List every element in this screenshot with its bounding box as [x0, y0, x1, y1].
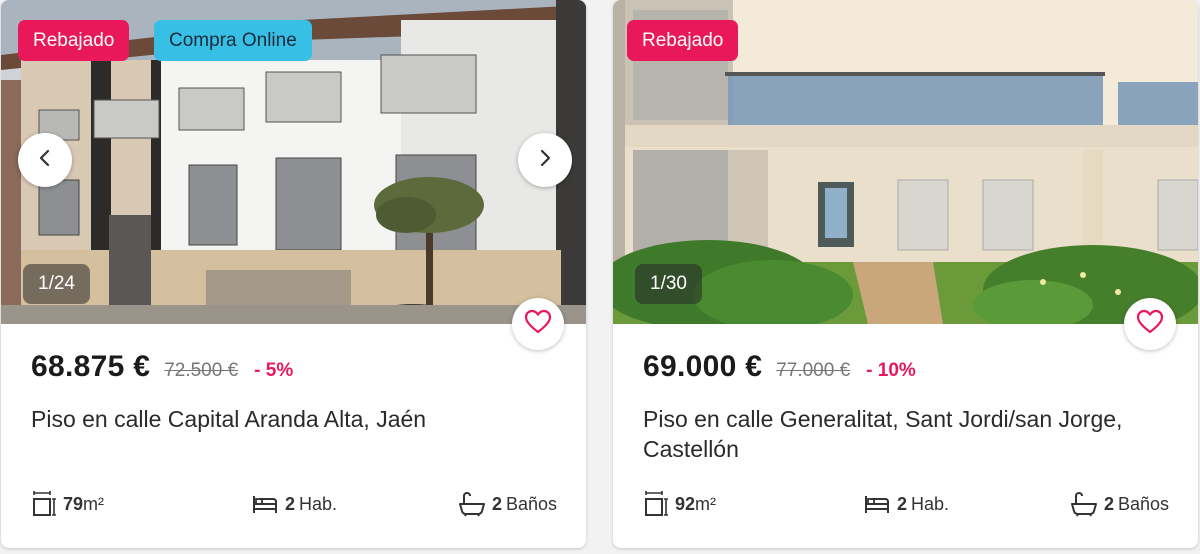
property-photo[interactable]: Rebajado Compra Online 1/24 — [1, 0, 586, 324]
bed-icon — [251, 492, 279, 516]
property-card[interactable]: Rebajado Compra Online 1/24 68.875 € 72.… — [1, 0, 586, 548]
rooms-unit: Hab. — [911, 493, 950, 514]
area-unit: m² — [83, 493, 105, 514]
discount-percent: - 5% — [254, 360, 294, 381]
rooms-feature: 2 Hab. — [863, 488, 949, 520]
old-price: 72.500 € — [164, 360, 239, 381]
bathtub-icon — [458, 491, 486, 517]
baths-value: 2 — [492, 493, 503, 514]
discount-percent: - 10% — [866, 360, 916, 381]
baths-unit: Baños — [506, 493, 558, 514]
area-value: 92 — [675, 493, 696, 514]
old-price: 77.000 € — [776, 360, 851, 381]
property-card[interactable]: Rebajado 1/30 69.000 € 77.000 € - 10% Pi… — [613, 0, 1198, 548]
chevron-left-icon — [34, 147, 56, 174]
heart-icon — [524, 309, 552, 340]
buy-online-badge: Compra Online — [154, 20, 312, 61]
current-price: 68.875 € — [31, 350, 151, 383]
features-row: 92 m² 2 Hab. 2 Baños — [643, 488, 1172, 520]
bed-icon — [863, 492, 891, 516]
baths-feature: 2 Baños — [458, 488, 557, 520]
discounted-badge: Rebajado — [18, 20, 130, 61]
favorite-button[interactable] — [1124, 298, 1176, 350]
price-row: 68.875 € 72.500 € - 5% — [31, 350, 293, 384]
listing-title[interactable]: Piso en calle Capital Aranda Alta, Jaén — [31, 404, 551, 434]
photo-counter: 1/30 — [635, 264, 702, 304]
listing-title[interactable]: Piso en calle Generalitat, Sant Jordi/sa… — [643, 404, 1163, 464]
bathtub-icon — [1070, 491, 1098, 517]
current-price: 69.000 € — [643, 350, 763, 383]
area-icon — [31, 490, 57, 518]
chevron-right-icon — [534, 147, 556, 174]
price-row: 69.000 € 77.000 € - 10% — [643, 350, 916, 384]
discounted-badge: Rebajado — [627, 20, 739, 61]
property-photo[interactable]: Rebajado 1/30 — [613, 0, 1198, 324]
area-unit: m² — [695, 493, 717, 514]
area-feature: 92 m² — [643, 488, 716, 520]
area-feature: 79 m² — [31, 488, 104, 520]
features-row: 79 m² 2 Hab. 2 Baños — [31, 488, 560, 520]
photo-counter: 1/24 — [23, 264, 90, 304]
favorite-button[interactable] — [512, 298, 564, 350]
rooms-unit: Hab. — [299, 493, 338, 514]
next-photo-button[interactable] — [518, 133, 572, 187]
rooms-feature: 2 Hab. — [251, 488, 337, 520]
rooms-value: 2 — [285, 493, 296, 514]
baths-unit: Baños — [1118, 493, 1170, 514]
baths-feature: 2 Baños — [1070, 488, 1169, 520]
prev-photo-button[interactable] — [18, 133, 72, 187]
baths-value: 2 — [1104, 493, 1115, 514]
area-icon — [643, 490, 669, 518]
heart-icon — [1136, 309, 1164, 340]
rooms-value: 2 — [897, 493, 908, 514]
area-value: 79 — [63, 493, 84, 514]
